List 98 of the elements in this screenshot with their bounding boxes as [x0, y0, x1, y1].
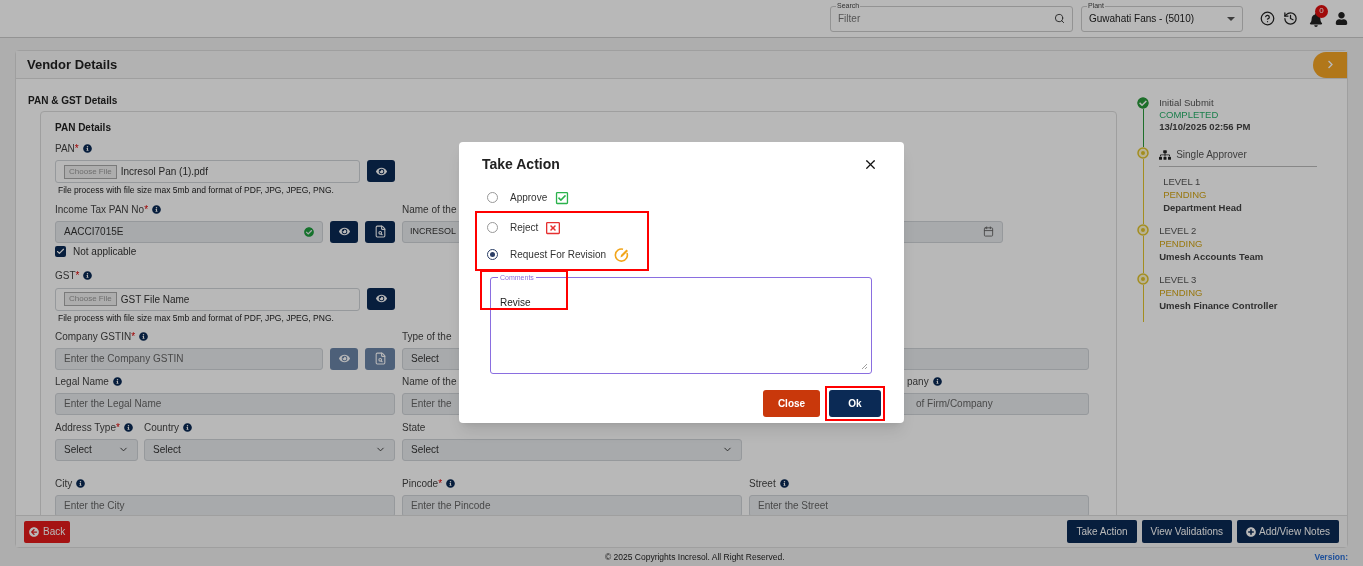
level-title: LEVEL 2 — [1159, 224, 1198, 237]
eye-icon — [375, 293, 387, 305]
text-field[interactable]: AACCI7015E — [55, 220, 324, 243]
file-hint: File process with file size max 5mb and format of PDF, JPG, JPEG, PNG. — [58, 311, 335, 325]
section-title: PAN & GST Details — [28, 95, 119, 107]
level-approver: Umesh Accounts Team — [1159, 250, 1264, 263]
select-field[interactable]: Select — [144, 438, 395, 461]
copyright-text: © 2025 Copyrights Incresol. All Right Reserved. — [604, 550, 785, 564]
file-search-icon — [373, 225, 387, 239]
text-field[interactable]: Enter the Pincode — [402, 494, 742, 515]
required-asterisk: * — [131, 330, 136, 344]
eye-icon — [375, 165, 387, 177]
view-button[interactable] — [367, 287, 395, 310]
calendar-icon — [983, 226, 994, 238]
select-field[interactable]: Select — [402, 438, 742, 461]
eye-icon — [338, 353, 350, 364]
select-field[interactable]: Select — [55, 438, 138, 461]
field-label: pany — [907, 375, 929, 389]
user-icon[interactable] — [1335, 12, 1348, 25]
field-label: PAN — [55, 141, 75, 156]
file-name: Incresol Pan (1).pdf — [120, 165, 208, 179]
text-field[interactable]: Enter the Legal Name — [55, 392, 395, 415]
field-value: AACCI7015E — [64, 225, 124, 240]
field-value: INCRESOL — [410, 225, 456, 238]
text-field[interactable]: Enter the City — [55, 494, 395, 515]
version-label: Version: — [1314, 550, 1348, 564]
text-field[interactable]: Enter the Company GSTIN — [55, 347, 324, 370]
field-label: Country — [144, 421, 179, 435]
level-status: PENDING — [1163, 188, 1208, 201]
field-label: Name of the — [402, 203, 457, 218]
file-hint: File process with file size max 5mb and format of PDF, JPG, JPEG, PNG. — [58, 184, 335, 197]
action-button[interactable]: Add/View Notes — [1237, 520, 1339, 543]
field-label: Street — [749, 477, 776, 491]
field-label: GST — [55, 269, 76, 284]
level-approver: Umesh Finance Controller — [1159, 299, 1278, 312]
subsection-title: PAN Details — [55, 121, 112, 135]
dialog-title: Take Action — [482, 154, 560, 174]
level-title: LEVEL 1 — [1163, 175, 1202, 188]
field-label: Legal Name — [55, 375, 109, 389]
field-placeholder: Enter the — [411, 397, 452, 411]
required-asterisk: * — [74, 141, 79, 156]
resize-grip-icon — [861, 363, 868, 370]
level-status: PENDING — [1159, 286, 1204, 299]
plant-value: Guwahati Fans - (5010) — [1089, 12, 1195, 26]
caret-icon — [1227, 16, 1235, 21]
eye-icon — [338, 226, 350, 238]
hierarchy-icon — [1159, 148, 1172, 161]
back-button[interactable]: Back — [24, 520, 71, 543]
level-title: LEVEL 3 — [1159, 273, 1198, 286]
view-button[interactable] — [330, 220, 359, 243]
field-label: Type of the — [402, 330, 452, 344]
checkbox[interactable] — [55, 246, 66, 258]
pencil-circle-icon — [614, 246, 631, 263]
field-placeholder: Enter the Legal Name — [64, 397, 162, 411]
history-icon[interactable] — [1283, 11, 1298, 26]
view-button[interactable] — [367, 160, 395, 182]
radio-label: Approve — [510, 191, 548, 205]
file-name: GST File Name — [120, 292, 190, 307]
field-label: Income Tax PAN No — [55, 203, 145, 218]
field-placeholder: Enter the Company GSTIN — [64, 352, 184, 366]
required-asterisk: * — [144, 203, 149, 218]
level-status: PENDING — [1159, 237, 1204, 250]
field-label: Pincode — [402, 477, 439, 491]
level-approver: Department Head — [1163, 201, 1242, 214]
action-button[interactable]: Take Action — [1067, 520, 1137, 543]
field-placeholder: of Firm/Company — [916, 397, 993, 411]
inspect-button[interactable] — [365, 220, 395, 243]
comments-value: Revise — [500, 297, 531, 308]
notification-badge: 0 — [1315, 4, 1328, 18]
arrow-left-icon — [29, 526, 39, 537]
required-asterisk: * — [75, 269, 80, 284]
close-button[interactable]: Close — [763, 390, 820, 417]
field-label: Name of the — [402, 375, 457, 389]
field-placeholder: Enter the Street — [758, 499, 829, 513]
field-label: State — [402, 421, 426, 435]
step-title: Initial Submit — [1159, 97, 1215, 109]
file-search-icon — [373, 352, 387, 365]
step-status: COMPLETED — [1159, 109, 1220, 121]
card-title: Vendor Details — [27, 55, 118, 74]
help-icon[interactable] — [1260, 11, 1275, 26]
field-placeholder: Enter the Pincode — [411, 499, 491, 513]
search-icon — [1054, 13, 1065, 24]
action-button[interactable]: View Validations — [1141, 520, 1233, 543]
text-field[interactable]: Enter the Street — [749, 494, 1089, 515]
field-label: Company GSTIN — [55, 330, 132, 344]
radio-label: Request For Revision — [510, 248, 607, 262]
search-input[interactable]: Filter — [838, 11, 1018, 26]
field-placeholder: Enter the City — [64, 499, 125, 513]
step-date: 13/10/2025 02:56 PM — [1159, 121, 1251, 133]
checkbox-label: Not applicable — [73, 245, 137, 260]
required-asterisk: * — [115, 421, 120, 435]
chevron-right-icon — [1325, 60, 1335, 69]
field-label: Address Type — [55, 421, 116, 435]
required-asterisk: * — [438, 477, 443, 491]
approver-type: Single Approver — [1176, 148, 1247, 162]
field-label: City — [55, 477, 73, 491]
radio-label: Reject — [510, 221, 539, 235]
ok-button[interactable]: Ok — [829, 390, 881, 417]
